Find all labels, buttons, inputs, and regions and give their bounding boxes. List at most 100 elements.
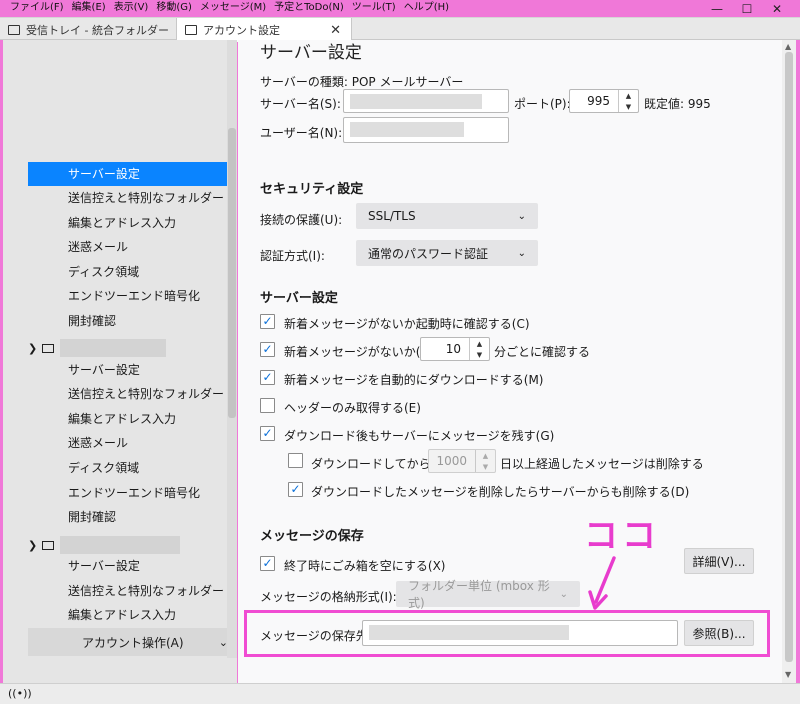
- account-actions-button[interactable]: アカウント操作(A) ⌄: [28, 628, 236, 656]
- sidebar-item-junk[interactable]: 迷惑メール: [28, 431, 236, 455]
- tab-label: 受信トレイ - 統合フォルダー: [26, 23, 169, 37]
- check-interval-value: 10: [445, 342, 461, 356]
- maximize-button[interactable]: ☐: [732, 0, 762, 17]
- delete-after-spinner[interactable]: ▲ ▼: [475, 450, 495, 472]
- sidebar-item-e2e[interactable]: エンドツーエンド暗号化: [28, 481, 236, 505]
- menu-tools[interactable]: ツール(T): [348, 1, 400, 16]
- headers-only-label: ヘッダーのみ取得する(E): [284, 401, 421, 415]
- sidebar-item-server-settings[interactable]: サーバー設定: [28, 162, 236, 186]
- sidebar-item-e2e[interactable]: エンドツーエンド暗号化: [28, 284, 236, 308]
- server-settings-heading: サーバー設定: [260, 291, 338, 306]
- connection-security-value: SSL/TLS: [368, 209, 416, 223]
- server-name-input[interactable]: [343, 89, 509, 113]
- sidebar-item-server-settings[interactable]: サーバー設定: [28, 358, 236, 382]
- chevron-down-icon: ⌄: [517, 210, 526, 222]
- delete-after-checkbox[interactable]: [288, 453, 303, 468]
- menu-file[interactable]: ファイル(F): [6, 1, 68, 16]
- mail-icon: [8, 24, 20, 35]
- port-label: ポート(P):: [514, 97, 571, 111]
- chevron-down-icon: ⌄: [559, 588, 568, 600]
- advanced-button[interactable]: 詳細(V)...: [684, 548, 754, 574]
- port-default-text: 既定値: 995: [644, 97, 711, 111]
- menu-go[interactable]: 移動(G): [152, 1, 196, 16]
- tab-inbox[interactable]: 受信トレイ - 統合フォルダー: [0, 18, 172, 41]
- sidebar-item-junk[interactable]: 迷惑メール: [28, 235, 236, 259]
- close-window-button[interactable]: ✕: [762, 0, 792, 17]
- sidebar-item-copies-folders[interactable]: 送信控えと特別なフォルダー: [28, 186, 236, 210]
- menu-bar: ファイル(F) 編集(E) 表示(V) 移動(G) メッセージ(M) 予定とTo…: [6, 1, 453, 16]
- store-type-select[interactable]: フォルダー単位 (mbox 形式) ⌄: [396, 579, 580, 610]
- check-every-label: 新着メッセージがないか(Y): [284, 345, 433, 359]
- sidebar-account-3[interactable]: ❯: [28, 534, 180, 556]
- sidebar-scrollbar[interactable]: [227, 40, 237, 658]
- empty-trash-checkbox[interactable]: ✓: [260, 556, 275, 571]
- scroll-down-icon[interactable]: ▼: [785, 670, 791, 679]
- sidebar-item-composition[interactable]: 編集とアドレス入力: [28, 211, 236, 235]
- leave-on-server-label: ダウンロード後もサーバーにメッセージを残す(G): [284, 429, 555, 443]
- online-status-icon[interactable]: ((•)): [8, 687, 32, 700]
- annotation-arrow-icon: [588, 556, 616, 610]
- user-name-label: ユーザー名(N):: [260, 126, 343, 140]
- chevron-down-icon: ⌄: [517, 247, 526, 259]
- check-every-suffix: 分ごとに確認する: [494, 345, 591, 359]
- status-bar: ((•)): [0, 683, 800, 704]
- app-window: ファイル(F) 編集(E) 表示(V) 移動(G) メッセージ(M) 予定とTo…: [0, 0, 800, 704]
- menu-help[interactable]: ヘルプ(H): [400, 1, 453, 16]
- auth-method-value: 通常のパスワード認証: [368, 246, 489, 261]
- sidebar-account-2[interactable]: ❯: [28, 337, 166, 359]
- check-startup-checkbox[interactable]: ✓: [260, 314, 275, 329]
- port-input[interactable]: 995 ▲ ▼: [569, 89, 639, 113]
- account-sidebar: サーバー設定 送信控えと特別なフォルダー 編集とアドレス入力 迷惑メール ディス…: [3, 40, 237, 683]
- sidebar-item-copies-folders[interactable]: 送信控えと特別なフォルダー: [28, 382, 236, 406]
- sidebar-item-disk-space[interactable]: ディスク領域: [28, 260, 236, 284]
- page-title: サーバー設定: [260, 43, 362, 63]
- delete-on-server-checkbox[interactable]: ✓: [288, 482, 303, 497]
- check-interval-input[interactable]: 10 ▲ ▼: [420, 337, 490, 361]
- check-interval-spinner[interactable]: ▲ ▼: [469, 338, 489, 360]
- tab-label: アカウント設定: [203, 24, 280, 37]
- empty-trash-label: 終了時にごみ箱を空にする(X): [284, 559, 446, 573]
- minimize-button[interactable]: —: [702, 0, 732, 17]
- menu-view[interactable]: 表示(V): [110, 1, 153, 16]
- check-startup-label: 新着メッセージがないか起動時に確認する(C): [284, 317, 530, 331]
- mail-icon: [42, 540, 54, 550]
- window-controls: — ☐ ✕: [702, 0, 792, 17]
- sidebar-item-composition[interactable]: 編集とアドレス入力: [28, 407, 236, 431]
- store-type-label: メッセージの格納形式(I):: [260, 590, 397, 604]
- scroll-up-icon[interactable]: ▲: [785, 42, 791, 51]
- chevron-down-icon: ❯: [28, 538, 38, 552]
- store-type-value: フォルダー単位 (mbox 形式): [408, 579, 550, 610]
- menu-events-tasks[interactable]: 予定とToDo(N): [270, 1, 348, 16]
- sidebar-item-composition[interactable]: 編集とアドレス入力: [28, 603, 236, 627]
- sidebar-item-receipts[interactable]: 開封確認: [28, 505, 236, 529]
- main-scrollbar[interactable]: ▲ ▼: [782, 40, 796, 683]
- sidebar-item-disk-space[interactable]: ディスク領域: [28, 456, 236, 480]
- delete-after-days-input[interactable]: 1000 ▲ ▼: [428, 449, 496, 473]
- connection-security-select[interactable]: SSL/TLS ⌄: [356, 203, 538, 229]
- sidebar-scroll-thumb[interactable]: [228, 128, 236, 418]
- redacted-account-name: [60, 339, 166, 357]
- main-scroll-thumb[interactable]: [785, 52, 793, 662]
- delete-on-server-label: ダウンロードしたメッセージを削除したらサーバーからも削除する(D): [311, 485, 690, 499]
- account-actions-label: アカウント操作(A): [82, 635, 184, 650]
- port-spinner[interactable]: ▲ ▼: [618, 90, 638, 112]
- sidebar-item-copies-folders[interactable]: 送信控えと特別なフォルダー: [28, 579, 236, 603]
- menu-message[interactable]: メッセージ(M): [196, 1, 270, 16]
- leave-on-server-checkbox[interactable]: ✓: [260, 426, 275, 441]
- user-name-input[interactable]: [343, 117, 509, 143]
- headers-only-checkbox[interactable]: [260, 398, 275, 413]
- check-every-checkbox[interactable]: ✓: [260, 342, 275, 357]
- menu-edit[interactable]: 編集(E): [68, 1, 110, 16]
- security-heading: セキュリティ設定: [260, 182, 364, 197]
- annotation-text: ココ: [584, 516, 660, 556]
- port-value: 995: [587, 94, 610, 108]
- mail-icon: [42, 343, 54, 353]
- chevron-down-icon: ❯: [28, 341, 38, 355]
- auth-method-select[interactable]: 通常のパスワード認証 ⌄: [356, 240, 538, 266]
- sidebar-item-server-settings[interactable]: サーバー設定: [28, 554, 236, 578]
- sidebar-item-receipts[interactable]: 開封確認: [28, 309, 236, 333]
- auto-download-checkbox[interactable]: ✓: [260, 370, 275, 385]
- highlight-box: [244, 610, 770, 657]
- close-tab-icon[interactable]: ✕: [330, 23, 341, 38]
- server-type-text: サーバーの種類: POP メールサーバー: [260, 75, 464, 89]
